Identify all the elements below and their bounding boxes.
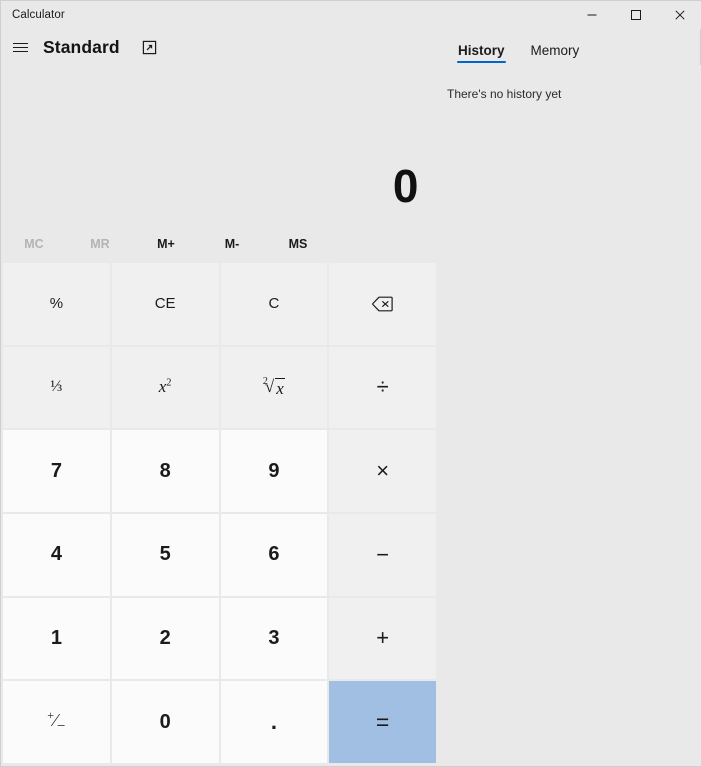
tab-memory[interactable]: Memory [523, 41, 588, 65]
navigation-menu-button[interactable] [3, 32, 37, 62]
page-title: Standard [43, 36, 120, 57]
backspace-button[interactable] [329, 263, 436, 345]
subtract-button[interactable]: − [329, 513, 436, 596]
clear-entry-button[interactable]: CE [111, 263, 219, 345]
memory-recall-button[interactable]: MR [67, 229, 133, 259]
memory-add-button[interactable]: M+ [133, 229, 199, 259]
eight-button[interactable]: 8 [111, 430, 219, 512]
hamburger-icon-line [12, 42, 28, 44]
add-button[interactable]: + [329, 597, 436, 680]
equals-button[interactable]: = [329, 681, 436, 763]
window-controls [570, 1, 701, 29]
six-button[interactable]: 6 [220, 513, 328, 596]
app-header: Standard [1, 29, 442, 65]
memory-subtract-button[interactable]: M- [199, 229, 265, 259]
square-glyph: x2 [158, 377, 172, 397]
nine-button[interactable]: 9 [220, 430, 328, 512]
reciprocal-glyph: ⅓ [50, 378, 63, 396]
keep-on-top-icon [142, 40, 157, 54]
square-root-button[interactable]: 2 √ x [220, 346, 328, 429]
keep-on-top-button[interactable] [134, 32, 166, 62]
square-root-glyph: 2 √ x [262, 375, 285, 398]
zero-button[interactable]: 0 [111, 681, 219, 763]
hamburger-icon-line [12, 46, 28, 48]
display-area: 0 [1, 65, 442, 222]
display-result[interactable]: 0 [393, 163, 419, 209]
hamburger-icon-line [12, 50, 28, 52]
keypad: % CE C ⅓ x2 2 √ x ÷ 7 8 9 × 4 5 6 − 1 2 … [3, 263, 436, 763]
one-button[interactable]: 1 [3, 597, 110, 680]
two-button[interactable]: 2 [111, 597, 219, 680]
five-button[interactable]: 5 [111, 513, 219, 596]
history-empty-message: There's no history yet [447, 87, 562, 101]
square-button[interactable]: x2 [111, 346, 219, 429]
multiply-button[interactable]: × [329, 430, 436, 512]
three-button[interactable]: 3 [220, 597, 328, 680]
percent-button[interactable]: % [3, 263, 110, 345]
title-bar: Calculator [1, 1, 701, 29]
window-title: Calculator [12, 9, 65, 21]
divide-button[interactable]: ÷ [329, 346, 436, 429]
calculator-window: Calculator Standard History Memory There… [0, 0, 701, 767]
decimal-point-button[interactable]: . [220, 681, 328, 763]
memory-button-row: MC MR M+ M- MS [1, 225, 442, 263]
backspace-icon [372, 296, 393, 312]
close-button[interactable] [658, 1, 701, 29]
clear-button[interactable]: C [220, 263, 328, 345]
four-button[interactable]: 4 [3, 513, 110, 596]
memory-clear-button[interactable]: MC [1, 229, 67, 259]
minimize-button[interactable] [570, 1, 614, 29]
plus-minus-glyph: +⁄− [47, 708, 66, 735]
maximize-button[interactable] [614, 1, 658, 29]
calculator-main: 0 MC MR M+ M- MS % CE C ⅓ x2 2 √ x ÷ 7 8… [1, 65, 442, 766]
reciprocal-button[interactable]: ⅓ [3, 346, 110, 429]
seven-button[interactable]: 7 [3, 430, 110, 512]
decimal-point-glyph: . [270, 708, 277, 734]
history-panel: There's no history yet [442, 65, 701, 766]
memory-store-button[interactable]: MS [265, 229, 331, 259]
minimize-icon [587, 14, 597, 16]
tab-history[interactable]: History [450, 41, 513, 65]
maximize-icon [631, 10, 641, 20]
negate-button[interactable]: +⁄− [3, 681, 110, 763]
close-icon [675, 10, 685, 20]
side-panel-tabs: History Memory [442, 29, 701, 65]
